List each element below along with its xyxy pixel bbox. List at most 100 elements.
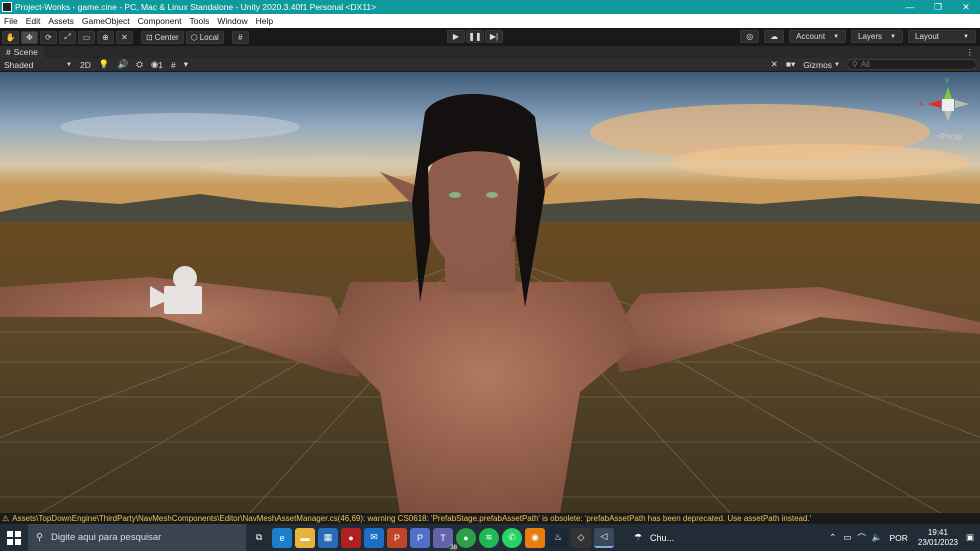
menu-edit[interactable]: Edit	[22, 16, 45, 26]
notification-icon[interactable]: ▣	[966, 532, 974, 543]
spotify-icon[interactable]: ≋	[479, 527, 499, 548]
davinci-icon[interactable]: ●	[341, 527, 361, 548]
chevron-down-icon: ▼	[963, 33, 969, 40]
warning-icon: ⚠	[2, 514, 10, 523]
audio-icon[interactable]: 🔊	[113, 59, 132, 71]
menu-help[interactable]: Help	[252, 16, 277, 26]
chrome-icon[interactable]: ●	[456, 527, 476, 548]
eye-icon: ◉	[150, 59, 159, 69]
layers-dropdown[interactable]: Layers ▼	[851, 30, 903, 43]
transform-tool-icon[interactable]: ⊕	[97, 30, 114, 44]
play-controls: ▶ ❚❚ ▶|	[446, 30, 503, 43]
menu-gameobject[interactable]: GameObject	[78, 16, 134, 26]
maximize-button[interactable]: ❐	[924, 2, 952, 13]
whatsapp-icon[interactable]: ✆	[502, 527, 522, 548]
scale-tool-icon[interactable]: ⤢	[59, 30, 76, 44]
tab-scene[interactable]: # Scene	[0, 46, 44, 58]
gizmos-dropdown[interactable]: Gizmos ▼	[799, 59, 844, 71]
wifi-icon[interactable]: ⌒	[857, 532, 866, 544]
layout-dropdown[interactable]: Layout ▼	[908, 30, 976, 43]
custom-tool-icon[interactable]: ✕	[116, 30, 133, 44]
effects-icon[interactable]: ⛭	[132, 59, 147, 71]
pivot-icon: ⊡	[146, 32, 153, 42]
account-dropdown[interactable]: Account ▼	[789, 30, 847, 43]
file-explorer-icon[interactable]: ▬	[295, 527, 315, 548]
lighting-icon[interactable]: 💡	[95, 59, 114, 71]
powerpoint-icon[interactable]: P	[387, 527, 407, 548]
pivot-local-button[interactable]: ⬡ Local	[185, 30, 224, 44]
hidden-count: 1	[158, 59, 164, 70]
cloud-icon[interactable]: ☁	[764, 30, 785, 43]
pause-button[interactable]: ❚❚	[466, 30, 484, 43]
windows-taskbar: ⚲ Digite aqui para pesquisar ⧉ e ▬ ▦ ● ✉…	[0, 524, 980, 551]
steam-icon[interactable]: ♨	[548, 527, 568, 548]
search-icon: ⚲	[852, 60, 858, 69]
search-icon: ⚲	[36, 532, 43, 543]
chevron-down-icon: ▼	[66, 61, 72, 68]
taskbar-search-placeholder: Digite aqui para pesquisar	[50, 532, 162, 543]
scene-more-icon[interactable]: ▾	[180, 59, 192, 71]
volume-icon[interactable]: 🔈	[872, 532, 883, 543]
move-tool-icon[interactable]: ✥	[21, 30, 38, 44]
menu-window[interactable]: Window	[213, 16, 251, 26]
perspective-label[interactable]: <Persp	[936, 132, 962, 141]
tab-scene-label: Scene	[13, 47, 38, 57]
weather-icon[interactable]: ☂	[628, 528, 648, 548]
start-button[interactable]	[0, 524, 28, 551]
scene-viewport[interactable]: y x <Persp	[0, 72, 980, 513]
scene-toolbar: Shaded ▼ 2D 💡 🔊 ⛭ ◉ 1 # ▾ ✕ ■▾ Gizmos ▼ …	[0, 58, 980, 72]
menu-assets[interactable]: Assets	[44, 16, 78, 26]
scene-search-input[interactable]: ⚲ All	[847, 59, 977, 70]
menu-component[interactable]: Component	[134, 16, 186, 26]
taskbar-search-input[interactable]: ⚲ Digite aqui para pesquisar	[28, 524, 246, 551]
cube-icon: ⬡	[190, 32, 198, 42]
language-indicator[interactable]: POR	[890, 533, 908, 543]
grid-toggle-icon[interactable]: #	[167, 59, 180, 71]
mail-icon[interactable]: ✉	[364, 527, 384, 548]
gizmos-label: Gizmos	[803, 59, 833, 70]
layers-label: Layers	[858, 32, 883, 41]
pivot-local-label: Local	[199, 32, 219, 42]
menu-file[interactable]: File	[0, 16, 22, 26]
tray-chevron-icon[interactable]: ⌃	[829, 532, 836, 543]
axis-x-label: x	[919, 99, 923, 108]
play-button[interactable]: ▶	[447, 30, 465, 43]
publisher-icon[interactable]: P	[410, 527, 430, 548]
system-tray: ⌃ ▭ ⌒ 🔈 POR 19:41 23/01/2023 ▣	[825, 528, 980, 548]
rect-tool-icon[interactable]: ▭	[78, 30, 95, 44]
tools-icon[interactable]: ✕	[767, 59, 782, 71]
store-icon[interactable]: ▦	[318, 527, 338, 548]
network-icon[interactable]: ▭	[843, 532, 851, 543]
task-view-icon[interactable]: ⧉	[249, 528, 269, 548]
visibility-toggle[interactable]: ◉ 1	[147, 59, 167, 71]
window-controls: — ❐ ✕	[896, 2, 980, 13]
camera-settings-icon[interactable]: ■▾	[782, 59, 799, 71]
grid-snap-icon[interactable]: #	[231, 30, 249, 44]
shading-mode-dropdown[interactable]: Shaded ▼	[0, 59, 76, 71]
unity-editor-icon[interactable]: ◁	[594, 527, 614, 548]
pivot-center-label: Center	[154, 32, 179, 42]
console-message: Assets\TopDownEngine\ThirdParty\NavMeshC…	[12, 514, 812, 523]
menu-bar: File Edit Assets GameObject Component To…	[0, 14, 980, 28]
scene-grid-icon: #	[6, 47, 11, 57]
minimize-button[interactable]: —	[896, 2, 924, 13]
scene-toolbar-right: ✕ ■▾ Gizmos ▼ ⚲ All	[767, 59, 980, 71]
weather-text[interactable]: Chu...	[650, 533, 674, 543]
collab-icon[interactable]: ◎	[740, 30, 760, 43]
hand-tool-icon[interactable]: ✋	[2, 30, 19, 44]
pivot-center-button[interactable]: ⊡ Center	[141, 30, 184, 44]
chevron-down-icon: ▼	[833, 33, 840, 40]
unity-hub-icon[interactable]: ◇	[571, 527, 591, 548]
rotate-tool-icon[interactable]: ⟳	[40, 30, 57, 44]
blender-icon[interactable]: ◉	[525, 527, 545, 548]
console-status-bar[interactable]: ⚠ Assets\TopDownEngine\ThirdParty\NavMes…	[0, 513, 980, 524]
close-button[interactable]: ✕	[952, 2, 980, 13]
tab-menu-icon[interactable]: ⋮	[966, 47, 975, 58]
clock[interactable]: 19:41 23/01/2023	[918, 528, 958, 548]
step-button[interactable]: ▶|	[485, 30, 503, 43]
mode-2d-toggle[interactable]: 2D	[76, 59, 95, 71]
edge-icon[interactable]: e	[272, 527, 292, 548]
axis-y-label: y	[945, 75, 949, 84]
teams-icon[interactable]: T 38	[433, 527, 458, 551]
menu-tools[interactable]: Tools	[186, 16, 214, 26]
